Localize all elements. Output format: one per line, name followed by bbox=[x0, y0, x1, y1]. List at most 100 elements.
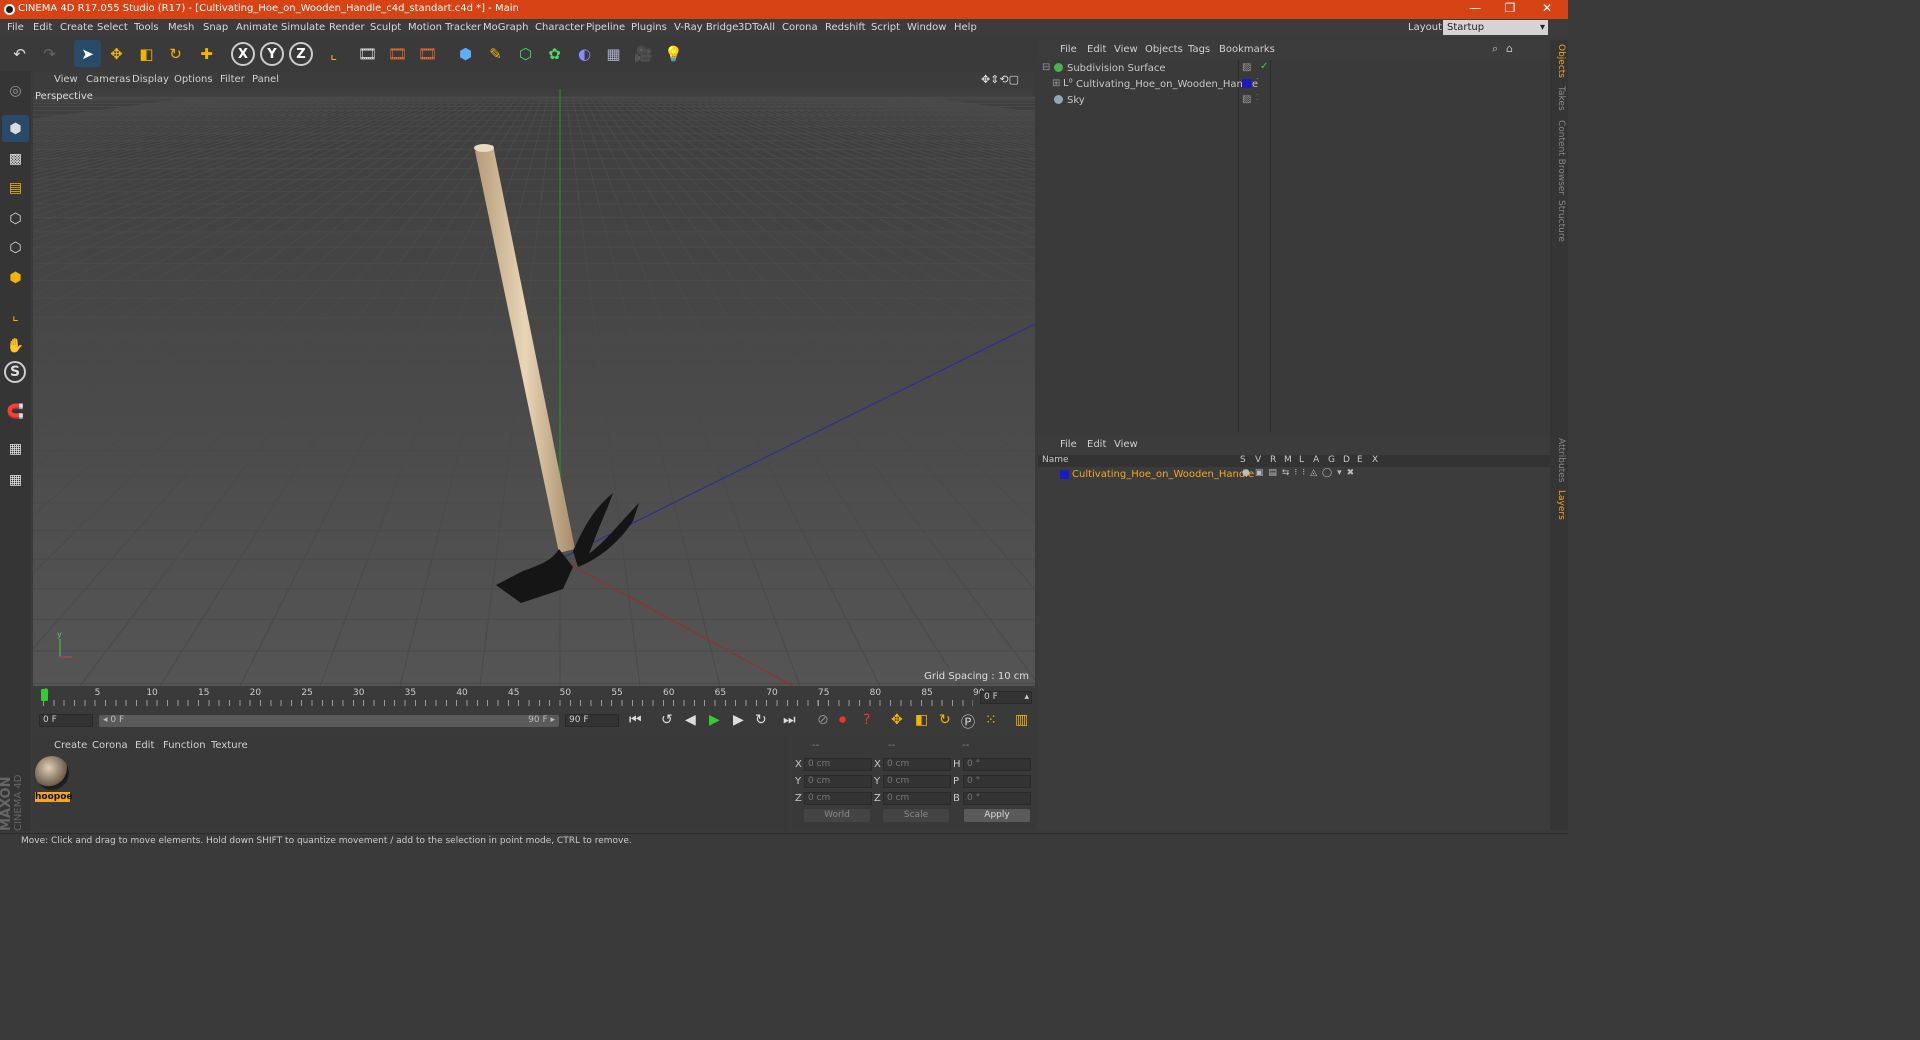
menu-3dtoall[interactable]: 3DToAll bbox=[738, 22, 775, 33]
tab-objects[interactable]: Objects bbox=[1552, 44, 1566, 78]
scale-tool-icon[interactable]: ◧ bbox=[133, 40, 160, 67]
layer-row[interactable]: Cultivating_Hoe_on_Wooden_Handle ●▣▤⇆⁝⁝◬… bbox=[1038, 468, 1550, 481]
vp-menu-panel[interactable]: Panel bbox=[252, 74, 279, 85]
edges-mode-icon[interactable]: ⬡ bbox=[2, 234, 29, 261]
render-view-icon[interactable]: 🎞 bbox=[354, 40, 381, 67]
menu-character[interactable]: Character bbox=[535, 22, 584, 33]
x-axis-lock-button[interactable]: X bbox=[231, 42, 255, 66]
menu-select[interactable]: Select bbox=[97, 22, 128, 33]
prev-frame-icon[interactable]: ◀ bbox=[685, 712, 696, 728]
viewport-nav-icons[interactable]: ✥⇕⟲▢ bbox=[981, 73, 1019, 86]
expand-icon[interactable]: ⊞ bbox=[1052, 78, 1060, 89]
scale-select[interactable]: Scale bbox=[883, 809, 949, 822]
workplane-lock-icon[interactable]: ▦ bbox=[2, 435, 29, 462]
next-frame-icon[interactable]: ▶ bbox=[733, 712, 744, 728]
rotate-tool-icon[interactable]: ↻ bbox=[162, 40, 189, 67]
vp-menu-options[interactable]: Options bbox=[174, 74, 213, 85]
obj-menu-view[interactable]: View bbox=[1114, 44, 1138, 55]
solo-icon[interactable]: S bbox=[4, 361, 26, 383]
enabled-check-icon[interactable]: ✓ bbox=[1260, 61, 1268, 72]
playhead[interactable] bbox=[41, 689, 48, 701]
restore-button[interactable]: ❐ bbox=[1495, 1, 1525, 17]
layer-menu-view[interactable]: View bbox=[1114, 439, 1138, 450]
menu-plugins[interactable]: Plugins bbox=[631, 22, 667, 33]
world-select[interactable]: World bbox=[804, 809, 870, 822]
start-frame-field[interactable]: 0 F bbox=[39, 714, 93, 727]
menu-script[interactable]: Script bbox=[871, 22, 900, 33]
object-row-subdivision[interactable]: ⊟ Subdivision Surface ▨ ✓ bbox=[1038, 61, 1550, 76]
layer-menu-edit[interactable]: Edit bbox=[1087, 439, 1106, 450]
size-z-field[interactable]: 0 cm bbox=[883, 792, 951, 805]
menu-help[interactable]: Help bbox=[954, 22, 977, 33]
menu-sculpt[interactable]: Sculpt bbox=[370, 22, 401, 33]
tab-takes[interactable]: Takes bbox=[1552, 86, 1566, 111]
key-scale-icon[interactable]: ◧ bbox=[915, 712, 928, 728]
playback-controls[interactable]: ⏮ bbox=[629, 712, 650, 728]
menu-mesh[interactable]: Mesh bbox=[168, 22, 194, 33]
timeline-window-icon[interactable]: ▥ bbox=[1015, 712, 1028, 728]
key-rotation-icon[interactable]: ↻ bbox=[939, 712, 951, 728]
search-icon[interactable]: ⌕ bbox=[1492, 42, 1498, 56]
menu-window[interactable]: Window bbox=[907, 22, 946, 33]
workplane-icon[interactable]: ▤ bbox=[2, 174, 29, 201]
cloner-icon[interactable]: ✿ bbox=[541, 40, 568, 67]
obj-menu-objects[interactable]: Objects bbox=[1145, 44, 1183, 55]
rot-h-field[interactable]: 0 ° bbox=[963, 758, 1031, 771]
redo-icon[interactable]: ↷ bbox=[36, 40, 63, 67]
menu-simulate[interactable]: Simulate bbox=[281, 22, 325, 33]
layer-flag-icons[interactable]: ●▣▤⇆⁝⁝◬◯▾✖ bbox=[1242, 468, 1359, 478]
end-frame-field[interactable]: 90 F bbox=[565, 714, 619, 727]
frame-range-slider[interactable]: ◂ 0 F 90 F ▸ bbox=[99, 715, 559, 727]
mat-menu-function[interactable]: Function bbox=[163, 740, 206, 751]
record-icon[interactable]: ⏺ bbox=[839, 712, 846, 728]
goto-end-icon[interactable]: ⏭ bbox=[783, 712, 796, 728]
size-x-field[interactable]: 0 cm bbox=[883, 758, 951, 771]
move-tool-icon[interactable]: ✥ bbox=[103, 40, 130, 67]
layout-select[interactable]: Startup ▾ bbox=[1443, 20, 1548, 35]
menu-file[interactable]: File bbox=[7, 22, 24, 33]
menu-tools[interactable]: Tools bbox=[134, 22, 159, 33]
polygons-mode-icon[interactable]: ⬢ bbox=[2, 264, 29, 291]
key-position-icon[interactable]: ✥ bbox=[891, 712, 903, 728]
current-frame-field[interactable]: 0 F ▴ bbox=[980, 691, 1032, 704]
material-swatch[interactable]: hoopoe bbox=[35, 756, 73, 802]
tab-structure[interactable]: Structure bbox=[1552, 200, 1566, 242]
visibility-dots[interactable]: ⁚ bbox=[1256, 77, 1259, 86]
cube-icon[interactable]: ⬢ bbox=[452, 40, 479, 67]
camera-icon[interactable]: 🎥 bbox=[630, 40, 657, 67]
prev-key-icon[interactable]: ↺ bbox=[661, 712, 673, 728]
layer-menu-file[interactable]: File bbox=[1060, 439, 1077, 450]
minimize-button[interactable]: — bbox=[1460, 1, 1490, 17]
rot-b-field[interactable]: 0 ° bbox=[963, 792, 1031, 805]
snap-magnet-icon[interactable]: 🧲 bbox=[2, 398, 29, 425]
subdivision-icon[interactable]: ⬡ bbox=[512, 40, 539, 67]
size-y-field[interactable]: 0 cm bbox=[883, 775, 951, 788]
object-row-hoe[interactable]: ⊞ L⁰ Cultivating_Hoe_on_Wooden_Handle ⁚ bbox=[1038, 77, 1550, 92]
vp-menu-filter[interactable]: Filter bbox=[220, 74, 245, 85]
pos-z-field[interactable]: 0 cm bbox=[804, 792, 872, 805]
next-key-icon[interactable]: ↻ bbox=[755, 712, 767, 728]
points-mode-icon[interactable]: ⬡ bbox=[2, 205, 29, 232]
key-param-icon[interactable]: Ⓟ bbox=[961, 712, 975, 732]
obj-menu-edit[interactable]: Edit bbox=[1087, 44, 1106, 55]
texture-mode-icon[interactable]: ▩ bbox=[2, 145, 29, 172]
mat-menu-edit[interactable]: Edit bbox=[135, 740, 154, 751]
transform-tool-icon[interactable]: ✚ bbox=[193, 40, 220, 67]
grid-snap-icon[interactable]: ▦ bbox=[2, 466, 29, 493]
pos-x-field[interactable]: 0 cm bbox=[804, 758, 872, 771]
coordinate-system-icon[interactable]: ⌞ bbox=[320, 40, 347, 67]
timeline-ruler[interactable]: 051015202530354045505560657075808590 0 F… bbox=[33, 686, 1035, 710]
tab-layers[interactable]: Layers bbox=[1552, 490, 1566, 520]
vp-menu-cameras[interactable]: Cameras bbox=[86, 74, 130, 85]
axis-mode-icon[interactable]: ⌞ bbox=[2, 302, 29, 329]
menu-mograph[interactable]: MoGraph bbox=[483, 22, 528, 33]
rot-p-field[interactable]: 0 ° bbox=[963, 775, 1031, 788]
close-button[interactable]: ✕ bbox=[1532, 1, 1562, 17]
mat-menu-create[interactable]: Create bbox=[54, 740, 87, 751]
menu-pipeline[interactable]: Pipeline bbox=[586, 22, 625, 33]
play-icon[interactable]: ▶ bbox=[709, 712, 720, 728]
menu-snap[interactable]: Snap bbox=[203, 22, 228, 33]
collapse-icon[interactable]: ⊟ bbox=[1042, 62, 1050, 73]
obj-menu-file[interactable]: File bbox=[1060, 44, 1077, 55]
menu-motion-tracker[interactable]: Motion Tracker bbox=[408, 22, 481, 33]
